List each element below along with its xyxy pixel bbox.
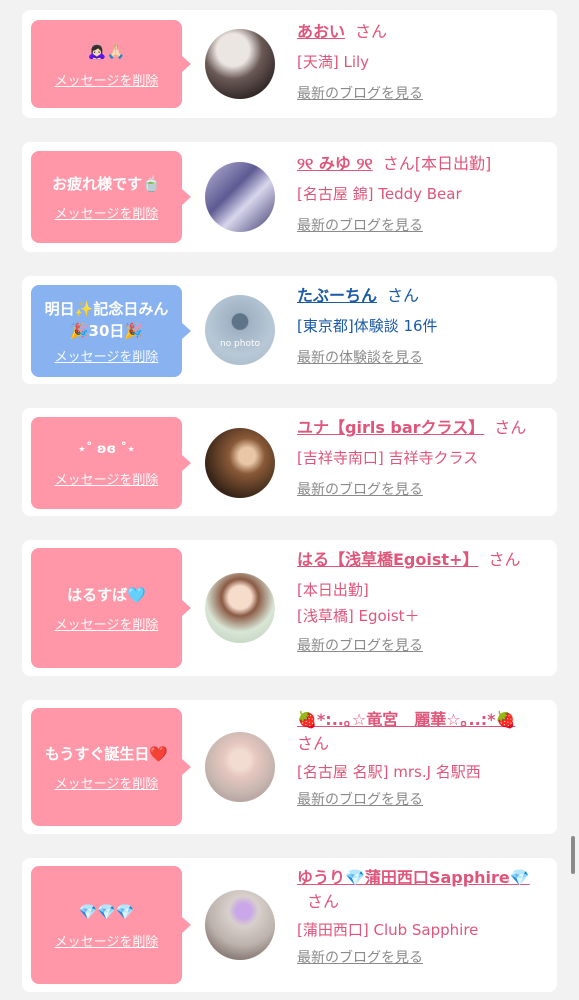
- message-bubble: 💎💎💎 メッセージを削除: [31, 866, 191, 984]
- name-link[interactable]: あおい: [297, 22, 345, 41]
- message-bubble: もうすぐ誕生日❤️ メッセージを削除: [31, 708, 191, 826]
- delete-message-link[interactable]: メッセージを削除: [55, 469, 159, 488]
- honorific: さん: [488, 550, 521, 569]
- avatar[interactable]: [205, 428, 275, 498]
- message-card: ⋆˚ ʚɞ ˚⋆ メッセージを削除 ユナ【girls barクラス】 さん [吉祥…: [22, 408, 557, 516]
- honorific: さん: [382, 154, 415, 173]
- name-link[interactable]: ユナ【girls barクラス】: [297, 418, 484, 437]
- message-bubble: お疲れ様です🍵 メッセージを削除: [31, 151, 191, 243]
- message-text: 明日✨記念日みん 🎉30日🎉: [44, 299, 169, 340]
- no-photo-avatar[interactable]: no photo: [205, 295, 275, 365]
- honorific: さん: [307, 892, 340, 911]
- shop-info: [吉祥寺南口] 吉祥寺クラス: [297, 449, 479, 467]
- shop-info: [浅草橋] Egoist＋: [297, 607, 420, 625]
- message-text: 💎💎💎: [78, 902, 135, 921]
- latest-review-link[interactable]: 最新の体験談を見る: [297, 348, 552, 368]
- latest-blog-link[interactable]: 最新のブログを見る: [297, 84, 552, 104]
- status-label: [本日出勤]: [414, 154, 492, 173]
- message-text: はるすば🩵: [67, 585, 146, 604]
- shop-info: [名古屋 名駅] mrs.J 名駅西: [297, 763, 481, 781]
- message-text: ⋆˚ ʚɞ ˚⋆: [77, 441, 136, 457]
- message-card: はるすば🩵 メッセージを削除 はる【浅草橋Egoist+】 さん [本日出勤] […: [22, 540, 557, 676]
- message-text: 🙇🏻‍♀️🙏🏻: [87, 41, 126, 60]
- message-card: お疲れ様です🍵 メッセージを削除 ୨୧ みゆ ୨୧ さん[本日出勤] [名古屋 錦…: [22, 142, 557, 252]
- name-link[interactable]: ゆうり💎蒲田西口Sapphire💎: [297, 868, 530, 887]
- message-text: お疲れ様です🍵: [52, 174, 161, 193]
- name-link[interactable]: 🍓*:..｡☆竜宮 麗華☆｡..:*🍓: [297, 710, 515, 729]
- honorific: さん: [387, 286, 420, 305]
- message-bubble: はるすば🩵 メッセージを削除: [31, 548, 191, 668]
- message-bubble: 🙇🏻‍♀️🙏🏻 メッセージを削除: [31, 20, 191, 108]
- delete-message-link[interactable]: メッセージを削除: [55, 614, 159, 633]
- status-label: [本日出勤]: [297, 581, 369, 599]
- message-card: もうすぐ誕生日❤️ メッセージを削除 🍓*:..｡☆竜宮 麗華☆｡..:*🍓 さ…: [22, 700, 557, 834]
- shop-info: [名古屋 錦] Teddy Bear: [297, 185, 462, 203]
- avatar[interactable]: [205, 29, 275, 99]
- message-card: 明日✨記念日みん 🎉30日🎉 メッセージを削除 no photo たぶーちん さん…: [22, 276, 557, 384]
- delete-message-link[interactable]: メッセージを削除: [55, 346, 159, 365]
- name-link[interactable]: たぶーちん: [297, 286, 377, 305]
- avatar[interactable]: [205, 162, 275, 232]
- message-card: 🙇🏻‍♀️🙏🏻 メッセージを削除 あおい さん [天満] Lily 最新のブログを…: [22, 10, 557, 118]
- review-count: [東京都]体験談 16件: [297, 317, 438, 335]
- honorific: さん: [297, 734, 330, 753]
- avatar[interactable]: [205, 890, 275, 960]
- message-bubble: ⋆˚ ʚɞ ˚⋆ メッセージを削除: [31, 417, 191, 509]
- name-link[interactable]: ୨୧ みゆ ୨୧: [297, 154, 373, 173]
- honorific: さん: [494, 418, 527, 437]
- message-bubble: 明日✨記念日みん 🎉30日🎉 メッセージを削除: [31, 285, 191, 377]
- honorific: さん: [355, 22, 388, 41]
- shop-info: [天満] Lily: [297, 53, 370, 71]
- delete-message-link[interactable]: メッセージを削除: [55, 203, 159, 222]
- latest-blog-link[interactable]: 最新のブログを見る: [297, 216, 552, 236]
- message-card: 💎💎💎 メッセージを削除 ゆうり💎蒲田西口Sapphire💎 さん [蒲田西口] …: [22, 858, 557, 992]
- avatar[interactable]: [205, 732, 275, 802]
- delete-message-link[interactable]: メッセージを削除: [55, 931, 159, 950]
- no-photo-label: no photo: [219, 339, 261, 349]
- name-link[interactable]: はる【浅草橋Egoist+】: [297, 550, 478, 569]
- latest-blog-link[interactable]: 最新のブログを見る: [297, 636, 552, 656]
- latest-blog-link[interactable]: 最新のブログを見る: [297, 948, 552, 968]
- scrollbar[interactable]: [571, 836, 575, 874]
- shop-info: [蒲田西口] Club Sapphire: [297, 921, 479, 939]
- delete-message-link[interactable]: メッセージを削除: [55, 773, 159, 792]
- message-text: もうすぐ誕生日❤️: [44, 744, 169, 763]
- latest-blog-link[interactable]: 最新のブログを見る: [297, 790, 552, 810]
- delete-message-link[interactable]: メッセージを削除: [55, 70, 159, 89]
- latest-blog-link[interactable]: 最新のブログを見る: [297, 480, 552, 500]
- avatar[interactable]: [205, 573, 275, 643]
